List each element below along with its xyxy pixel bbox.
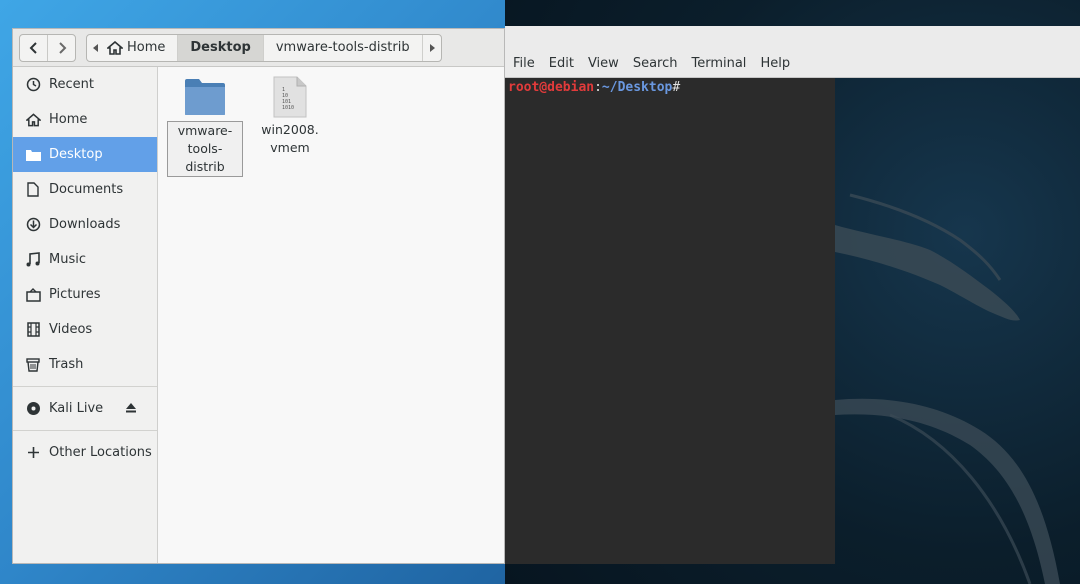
file-name-line: tools-distrib [185,141,225,174]
document-icon [25,182,41,198]
sidebar-item-label: Videos [49,322,93,337]
music-icon [25,252,41,268]
file-name: vmware-tools-distrib [167,121,243,177]
path-bar: Home Desktop vmware-tools-distrib [86,33,442,62]
forward-button[interactable] [47,34,75,61]
sidebar-item-downloads[interactable]: Downloads [13,207,157,242]
home-icon [107,40,123,55]
film-icon [25,322,41,338]
terminal-menubar: File Edit View Search Terminal Help [505,26,1080,78]
sidebar-item-other-locations[interactable]: Other Locations [13,435,157,470]
chevron-left-icon [29,41,37,54]
pictures-icon [25,287,41,303]
folder-icon [167,73,243,121]
clock-icon [25,77,41,93]
path-scroll-right[interactable] [421,34,441,61]
sidebar-item-music[interactable]: Music [13,242,157,277]
triangle-right-icon [429,43,435,52]
trash-icon [25,357,41,373]
path-home-button[interactable]: Home [105,35,177,61]
prompt-colon: : [594,80,602,95]
sidebar-divider [13,386,157,387]
file-name-line: vmware- [177,123,233,138]
kali-dragon-logo [835,193,1060,584]
disc-icon [25,401,41,417]
file-item-vmware-tools-distrib[interactable]: vmware-tools-distrib [167,73,243,177]
path-scroll-left[interactable] [87,35,105,61]
file-manager-header: Home Desktop vmware-tools-distrib [13,29,504,67]
sidebar-item-documents[interactable]: Documents [13,172,157,207]
menu-terminal[interactable]: Terminal [691,56,746,71]
file-name-line: win2008. [261,122,319,137]
sidebar-item-label: Pictures [49,287,101,302]
eject-icon[interactable] [125,402,137,416]
terminal-menu: File Edit View Search Terminal Help [513,56,804,71]
binary-file-icon: 1 10 101 1010 [252,73,328,121]
svg-text:1010: 1010 [282,105,294,111]
file-name: win2008. vmem [260,121,319,157]
sidebar-item-recent[interactable]: Recent [13,67,157,102]
path-desktop-label: Desktop [190,40,251,55]
terminal-body[interactable]: root@debian:~/Desktop# [505,78,835,564]
history-nav [19,33,76,62]
file-view: vmware-tools-distrib 1 10 101 1010 win2008.… [158,67,504,563]
triangle-left-icon [93,43,98,52]
sidebar-item-label: Other Locations [49,445,152,460]
path-desktop-button[interactable]: Desktop [177,34,263,61]
folder-icon [25,147,41,163]
prompt-path: ~/Desktop [601,80,673,95]
file-item-win2008-vmem[interactable]: 1 10 101 1010 win2008. vmem [252,73,328,157]
sidebar-item-kali-live[interactable]: Kali Live [13,391,157,426]
menu-help[interactable]: Help [760,56,790,71]
chevron-right-icon [58,41,66,54]
sidebar-item-pictures[interactable]: Pictures [13,277,157,312]
prompt-symbol: # [672,80,681,95]
sidebar-item-videos[interactable]: Videos [13,312,157,347]
menu-view[interactable]: View [588,56,619,71]
sidebar-item-label: Desktop [49,147,103,162]
sidebar-divider [13,430,157,431]
sidebar-item-label: Trash [49,357,84,372]
places-sidebar: Recent Home Desktop Documents Downloads … [13,67,158,563]
sidebar-item-label: Downloads [49,217,121,232]
sidebar-item-label: Kali Live [49,401,104,416]
menu-file[interactable]: File [513,56,535,71]
file-manager-window: Home Desktop vmware-tools-distrib Recent… [12,28,505,564]
sidebar-item-home[interactable]: Home [13,102,157,137]
home-icon [25,112,41,128]
sidebar-item-label: Documents [49,182,124,197]
sidebar-item-label: Home [49,112,88,127]
path-home-label: Home [127,40,166,55]
sidebar-item-desktop[interactable]: Desktop [13,137,157,172]
file-name-line: vmem [270,140,310,155]
path-vmware-label: vmware-tools-distrib [275,40,410,55]
menu-edit[interactable]: Edit [549,56,574,71]
back-button[interactable] [20,35,47,61]
sidebar-item-label: Music [49,252,86,267]
prompt-user-host: root@debian [508,80,595,95]
plus-icon [25,445,41,461]
download-icon [25,217,41,233]
menu-search[interactable]: Search [633,56,678,71]
sidebar-item-label: Recent [49,77,94,92]
sidebar-item-trash[interactable]: Trash [13,347,157,382]
path-vmware-button[interactable]: vmware-tools-distrib [262,34,422,61]
